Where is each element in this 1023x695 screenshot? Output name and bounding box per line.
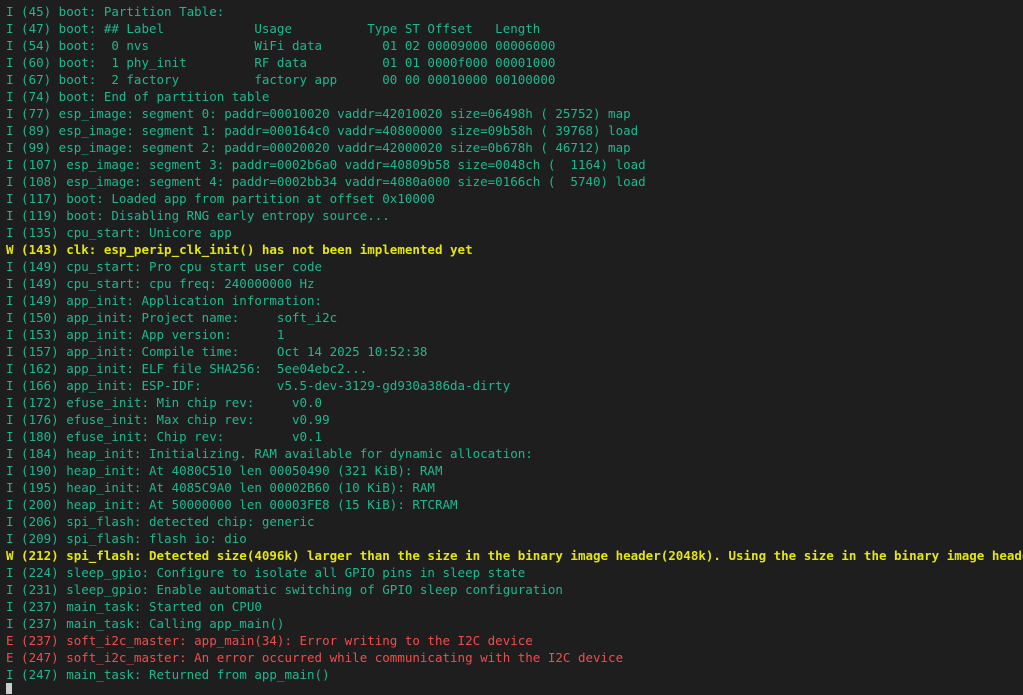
log-line: I (247) main_task: Returned from app_mai… — [6, 667, 330, 682]
log-line: I (149) cpu_start: Pro cpu start user co… — [6, 259, 323, 274]
log-line: I (224) sleep_gpio: Configure to isolate… — [6, 565, 526, 580]
log-line: I (108) esp_image: segment 4: paddr=0002… — [6, 174, 646, 189]
log-line: W (143) clk: esp_perip_clk_init() has no… — [6, 242, 473, 257]
log-line: I (176) efuse_init: Max chip rev: v0.99 — [6, 412, 330, 427]
log-line: I (237) main_task: Started on CPU0 — [6, 599, 262, 614]
log-line: I (47) boot: ## Label Usage Type ST Offs… — [6, 21, 541, 36]
log-line: I (45) boot: Partition Table: — [6, 4, 225, 19]
log-line: W (212) spi_flash: Detected size(4096k) … — [6, 548, 1023, 563]
log-line: E (237) soft_i2c_master: app_main(34): E… — [6, 633, 533, 648]
log-line: I (77) esp_image: segment 0: paddr=00010… — [6, 106, 631, 121]
log-line: I (153) app_init: App version: 1 — [6, 327, 285, 342]
log-line: I (195) heap_init: At 4085C9A0 len 00002… — [6, 480, 435, 495]
log-line: I (149) app_init: Application informatio… — [6, 293, 323, 308]
log-line: I (135) cpu_start: Unicore app — [6, 225, 232, 240]
log-line: I (60) boot: 1 phy_init RF data 01 01 00… — [6, 55, 556, 70]
log-line: I (149) cpu_start: cpu freq: 240000000 H… — [6, 276, 315, 291]
log-line: I (190) heap_init: At 4080C510 len 00050… — [6, 463, 443, 478]
log-line: I (166) app_init: ESP-IDF: v5.5-dev-3129… — [6, 378, 511, 393]
log-line: I (184) heap_init: Initializing. RAM ava… — [6, 446, 533, 461]
log-line: I (107) esp_image: segment 3: paddr=0002… — [6, 157, 646, 172]
log-line: I (117) boot: Loaded app from partition … — [6, 191, 435, 206]
log-line: I (99) esp_image: segment 2: paddr=00020… — [6, 140, 631, 155]
log-line: I (200) heap_init: At 50000000 len 00003… — [6, 497, 458, 512]
log-line: I (119) boot: Disabling RNG early entrop… — [6, 208, 390, 223]
log-lines: I (45) boot: Partition Table: I (47) boot… — [6, 3, 1023, 683]
log-line: I (180) efuse_init: Chip rev: v0.1 — [6, 429, 323, 444]
log-line: I (157) app_init: Compile time: Oct 14 2… — [6, 344, 428, 359]
log-line: I (74) boot: End of partition table — [6, 89, 270, 104]
log-line: I (89) esp_image: segment 1: paddr=00016… — [6, 123, 639, 138]
log-line: I (206) spi_flash: detected chip: generi… — [6, 514, 315, 529]
terminal-cursor — [6, 683, 12, 694]
log-line: I (237) main_task: Calling app_main() — [6, 616, 285, 631]
log-line: I (54) boot: 0 nvs WiFi data 01 02 00009… — [6, 38, 556, 53]
log-line: I (162) app_init: ELF file SHA256: 5ee04… — [6, 361, 368, 376]
log-line: I (150) app_init: Project name: soft_i2c — [6, 310, 338, 325]
terminal-output[interactable]: I (45) boot: Partition Table: I (47) boot… — [0, 0, 1023, 695]
log-line: I (209) spi_flash: flash io: dio — [6, 531, 247, 546]
log-line: I (231) sleep_gpio: Enable automatic swi… — [6, 582, 563, 597]
log-line: I (172) efuse_init: Min chip rev: v0.0 — [6, 395, 323, 410]
log-line: I (67) boot: 2 factory factory app 00 00… — [6, 72, 556, 87]
log-line: E (247) soft_i2c_master: An error occurr… — [6, 650, 624, 665]
